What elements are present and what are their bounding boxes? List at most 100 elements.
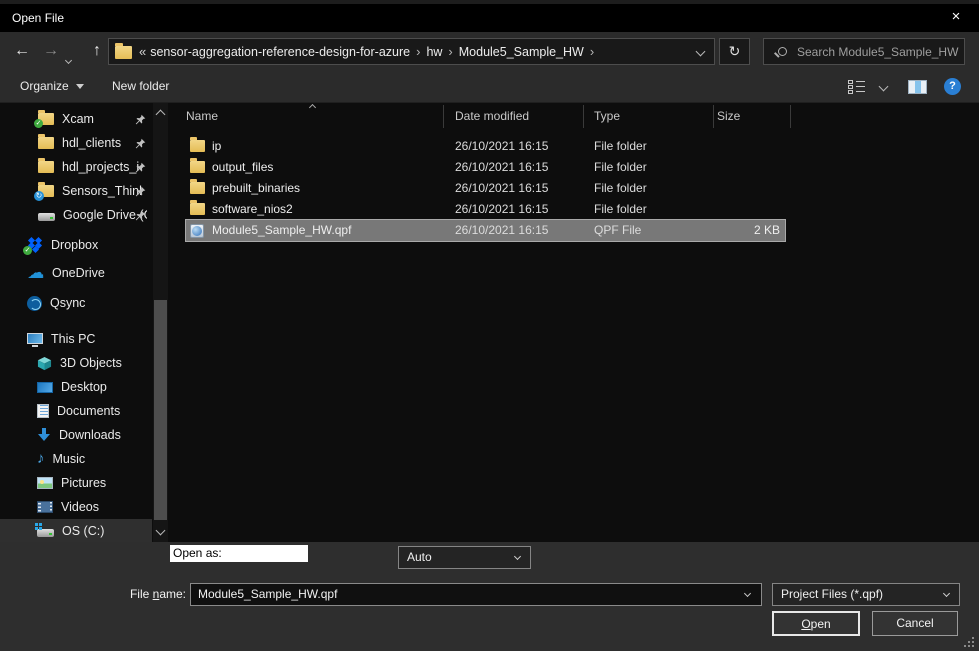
chevron-down-icon (65, 57, 72, 64)
file-row-module5-sample-hw-selected[interactable]: Module5_Sample_HW.qpf 26/10/2021 16:15 Q… (186, 220, 785, 241)
scrollbar-thumb[interactable] (154, 300, 167, 520)
chevron-down-icon (744, 590, 751, 597)
view-dropdown-icon[interactable] (879, 82, 889, 92)
sidebar-item-onedrive[interactable]: ☁ OneDrive (0, 261, 152, 285)
folder-icon (190, 203, 205, 215)
breadcrumb-item-repo[interactable]: sensor-aggregation-reference-design-for-… (150, 45, 410, 59)
close-icon: × (952, 8, 961, 25)
refresh-button[interactable]: ↻ (719, 38, 750, 65)
organize-button[interactable]: Organize (20, 70, 84, 103)
pin-icon (135, 210, 146, 221)
sidebar-item-xcam[interactable]: ✓ Xcam (0, 107, 152, 131)
column-header-date-modified[interactable]: Date modified (455, 109, 529, 123)
refresh-icon: ↻ (729, 43, 741, 59)
breadcrumb-item-hw[interactable]: hw (426, 45, 442, 59)
recent-locations-button[interactable] (66, 50, 71, 68)
qpf-file-icon (190, 224, 204, 238)
sidebar-item-downloads[interactable]: Downloads (0, 423, 152, 447)
organize-label: Organize (20, 79, 69, 93)
search-placeholder: Search Module5_Sample_HW (797, 45, 958, 59)
chevron-down-icon (943, 590, 950, 597)
pin-icon (135, 186, 146, 197)
up-icon: ↑ (93, 42, 101, 59)
new-folder-button[interactable]: New folder (112, 70, 169, 103)
pin-icon (135, 162, 146, 173)
sidebar-item-pictures[interactable]: Pictures (0, 471, 152, 495)
crumb-separator-icon: › (590, 44, 594, 59)
dialog-title: Open File (12, 11, 64, 25)
sidebar-item-sensors-think[interactable]: ↻ Sensors_Think_C (0, 179, 152, 203)
folder-icon (190, 140, 205, 152)
search-icon (778, 47, 787, 56)
resize-grip[interactable] (964, 637, 974, 647)
desktop-icon (37, 382, 53, 393)
breadcrumb[interactable]: « sensor-aggregation-reference-design-fo… (108, 38, 715, 65)
check-badge-icon: ✓ (23, 246, 32, 255)
close-button[interactable]: × (933, 4, 979, 32)
column-header-type[interactable]: Type (594, 109, 620, 123)
forward-button[interactable]: → (38, 38, 64, 64)
open-file-dialog: 26/10/2021 16:15 File folder Open File ×… (0, 0, 979, 651)
check-badge-icon: ✓ (34, 119, 43, 128)
background-text-fragment: 26/10/2021 16:15 (212, 0, 298, 3)
crumb-separator-icon: › (416, 44, 420, 59)
crumb-separator-icon: › (448, 44, 452, 59)
sidebar-item-os-c[interactable]: OS (C:) (0, 519, 152, 542)
navigation-bar: ← → ↑ « sensor-aggregation-reference-des… (0, 32, 979, 70)
sidebar-item-hdl-projects[interactable]: hdl_projects_int (0, 155, 152, 179)
search-input[interactable]: Search Module5_Sample_HW (763, 38, 965, 65)
back-button[interactable]: ← (8, 38, 36, 64)
navigation-pane: ✓ Xcam hdl_clients hdl_projects_int ↻ Se… (0, 103, 168, 542)
drive-icon (38, 213, 55, 221)
up-button[interactable]: ↑ (84, 38, 110, 64)
sidebar-item-this-pc[interactable]: This PC (0, 327, 152, 351)
cube-3d-icon (37, 356, 52, 371)
sidebar-item-music[interactable]: ♪ Music (0, 447, 152, 471)
film-icon (37, 501, 53, 513)
sort-ascending-icon (309, 104, 316, 111)
sidebar-item-google-drive[interactable]: Google Drive (G:) (0, 203, 152, 227)
chevron-down-icon (514, 553, 521, 560)
file-name-input[interactable]: Module5_Sample_HW.qpf (190, 583, 762, 606)
help-icon: ? (949, 80, 956, 92)
details-view-icon[interactable] (848, 80, 865, 94)
folder-icon (115, 46, 132, 59)
scroll-up-icon[interactable] (156, 110, 166, 120)
sidebar-item-videos[interactable]: Videos (0, 495, 152, 519)
sidebar-item-dropbox[interactable]: ✓ Dropbox (0, 233, 152, 257)
file-row-ip[interactable]: ip 26/10/2021 16:15 File folder (186, 136, 785, 157)
file-name-value: Module5_Sample_HW.qpf (198, 587, 337, 601)
file-row-output-files[interactable]: output_files 26/10/2021 16:15 File folde… (186, 157, 785, 178)
file-row-prebuilt-binaries[interactable]: prebuilt_binaries 26/10/2021 16:15 File … (186, 178, 785, 199)
qsync-icon (27, 296, 42, 311)
breadcrumb-item-module5[interactable]: Module5_Sample_HW (459, 45, 584, 59)
column-header-size[interactable]: Size (717, 109, 740, 123)
scroll-down-icon[interactable] (156, 526, 166, 536)
sidebar-item-3d-objects[interactable]: 3D Objects (0, 351, 152, 375)
address-dropdown-icon[interactable] (696, 47, 706, 57)
file-type-select[interactable]: Project Files (*.qpf) (772, 583, 960, 606)
file-type-value: Project Files (*.qpf) (781, 587, 883, 601)
music-note-icon: ♪ (37, 452, 45, 466)
file-list-header: Name Date modified Type Size (168, 103, 979, 130)
title-bar: Open File × (0, 4, 979, 32)
preview-pane-icon[interactable] (908, 80, 927, 94)
onedrive-cloud-icon: ☁ (27, 266, 44, 280)
open-as-select[interactable]: Auto (398, 546, 531, 569)
collapsed-crumbs-icon[interactable]: « (139, 44, 146, 59)
column-header-name[interactable]: Name (186, 109, 218, 123)
os-drive-icon (37, 529, 54, 537)
file-name-label: File name: (100, 587, 186, 601)
open-button[interactable]: Open (772, 611, 860, 636)
file-row-software-nios2[interactable]: software_nios2 26/10/2021 16:15 File fol… (186, 199, 785, 220)
open-as-value: Auto (407, 550, 432, 564)
sidebar-item-desktop[interactable]: Desktop (0, 375, 152, 399)
computer-icon (27, 333, 43, 344)
new-folder-label: New folder (112, 79, 169, 93)
sidebar-item-qsync[interactable]: Qsync (0, 291, 152, 315)
cancel-button[interactable]: Cancel (872, 611, 958, 636)
help-button[interactable]: ? (944, 78, 961, 95)
sidebar-item-hdl-clients[interactable]: hdl_clients (0, 131, 152, 155)
sidebar-item-documents[interactable]: Documents (0, 399, 152, 423)
sidebar-scrollbar[interactable] (153, 103, 168, 542)
